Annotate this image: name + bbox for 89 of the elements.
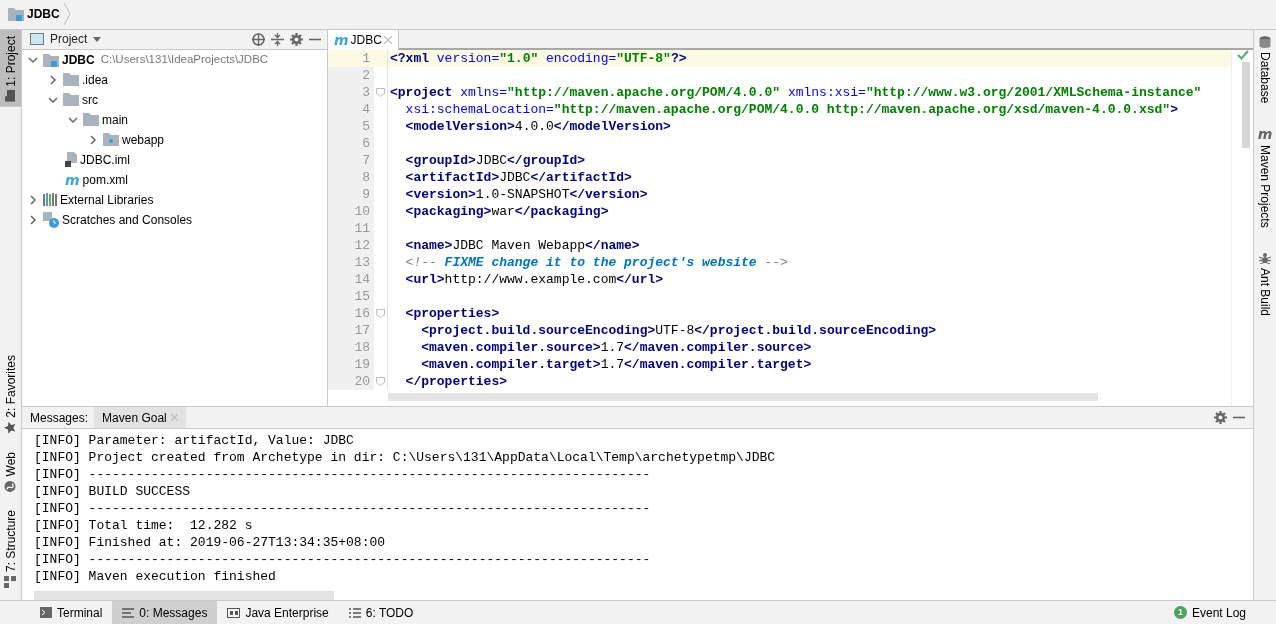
code-line: <maven.compiler.target>1.7</maven.compiler.target> xyxy=(420,356,812,372)
maven-icon: m xyxy=(1257,127,1273,142)
panel-icon xyxy=(30,33,44,46)
code-line: <properties> xyxy=(404,305,500,321)
library-icon xyxy=(43,193,57,207)
code-line: <maven.compiler.source>1.7</maven.compiler.source> xyxy=(420,339,812,355)
tool-window-tab[interactable]: Ant Build xyxy=(1254,245,1276,322)
tree-item[interactable]: webapp xyxy=(122,130,165,149)
console-line: [INFO] ------------------------------------------------------------------------ xyxy=(33,466,652,483)
code-line: <?xml version="1.0" encoding="UTF-8"?> xyxy=(390,50,687,66)
tree-item[interactable]: pom.xml xyxy=(82,170,128,189)
caret-icon xyxy=(93,36,102,42)
tree-item[interactable]: main xyxy=(102,110,128,129)
web-folder-icon xyxy=(103,133,119,147)
code-line: <name>JDBC Maven Webapp</name> xyxy=(404,237,640,253)
module-folder-icon xyxy=(43,52,59,67)
tool-window-tab[interactable]: 6: TODO xyxy=(338,601,424,624)
console-line: [INFO] Total time: 12.282 s xyxy=(33,517,254,534)
console-line: [INFO] BUILD SUCCESS xyxy=(33,483,192,500)
tool-window-tab[interactable]: Terminal xyxy=(30,601,113,624)
tree-item-path: C:\Users\131\IdeaProjects\JDBC xyxy=(100,52,269,68)
code-line: <artifactId>JDBC</artifactId> xyxy=(404,169,632,185)
folder-icon xyxy=(63,73,79,87)
tool-window-tab[interactable]: 2: Favorites xyxy=(0,348,21,440)
console-line: [INFO] Finished at: 2019-06-27T13:34:35+08:00 xyxy=(33,534,387,551)
tree-item[interactable]: JDBC.iml xyxy=(80,150,130,169)
code-line: <groupId>JDBC</groupId> xyxy=(404,152,586,168)
event-log-button[interactable]: 1 Event Log xyxy=(1163,601,1276,624)
horizontal-scrollbar[interactable] xyxy=(34,591,334,600)
file-icon xyxy=(65,152,77,168)
tree-item[interactable]: .idea xyxy=(82,70,109,89)
vertical-scrollbar[interactable] xyxy=(1241,61,1250,148)
list-icon xyxy=(348,607,361,618)
code-line: <project.build.sourceEncoding>UTF-8</project.build.sourceEncoding> xyxy=(420,322,937,338)
maven-icon: m xyxy=(334,32,349,47)
code-line: <url>http://www.example.com</url> xyxy=(404,271,664,287)
module-folder-icon xyxy=(8,7,24,22)
check-icon xyxy=(1236,49,1249,60)
tool-window-tab[interactable]: 0: Messages xyxy=(112,601,218,624)
code-line: <modelVersion>4.0.0</modelVersion> xyxy=(404,118,671,134)
tree-item[interactable]: Scratches and Consoles xyxy=(62,210,193,229)
console-line: [INFO] ------------------------------------------------------------------------ xyxy=(33,500,652,517)
code-line: <project xmlns="http://maven.apache.org/POM/4.0.0" xmlns:xsi="http://www.w3.org/2001/XMLSchema-instance" xyxy=(390,84,1202,100)
code-line: <packaging>war</packaging> xyxy=(404,203,609,219)
console-line: [INFO] Maven execution finished xyxy=(33,568,277,585)
console-line: [INFO] Parameter: artifactId, Value: JDBC xyxy=(33,432,355,449)
terminal-icon xyxy=(40,607,52,618)
folder-icon xyxy=(5,89,16,102)
scratches-icon xyxy=(43,211,59,228)
folder-icon xyxy=(63,93,79,107)
breadcrumb-separator-icon xyxy=(62,3,71,26)
settings-icon[interactable] xyxy=(1214,411,1227,424)
settings-icon[interactable] xyxy=(290,32,303,46)
code-line: <!-- FIXME change it to the project's website --> xyxy=(404,254,788,270)
tree-item[interactable]: JDBC xyxy=(62,50,95,69)
collapse-all-icon[interactable] xyxy=(271,32,284,46)
ant-icon xyxy=(1259,251,1271,264)
code-line: </properties> xyxy=(404,373,508,389)
locate-icon[interactable] xyxy=(252,32,265,46)
tool-window-tab[interactable]: Web xyxy=(0,445,21,498)
panel-label: Messages: xyxy=(30,409,89,427)
fold-marker-icon[interactable] xyxy=(376,308,385,318)
breadcrumb-item[interactable]: JDBC xyxy=(27,5,60,24)
editor-tab[interactable]: m JDBC xyxy=(328,29,399,50)
maven-icon: m xyxy=(65,172,80,187)
database-icon xyxy=(1259,35,1271,48)
code-line: <version>1.0-SNAPSHOT</version> xyxy=(404,186,648,202)
tool-window-tab[interactable]: Database xyxy=(1254,29,1276,110)
console-line: [INFO] Project created from Archetype in dir: C:\Users\131\AppData\Local\Temp\archetypetmp\JDBC xyxy=(33,449,777,466)
view-dropdown[interactable]: Project xyxy=(50,30,102,49)
list-icon xyxy=(122,607,135,618)
structure-icon xyxy=(4,576,17,588)
fold-marker-icon[interactable] xyxy=(376,87,385,97)
tool-window-tab[interactable]: Java Enterprise xyxy=(217,601,339,624)
tree-item[interactable]: External Libraries xyxy=(60,190,154,209)
tree-item[interactable]: src xyxy=(82,90,98,109)
folder-icon xyxy=(83,113,99,127)
fold-marker-icon[interactable] xyxy=(376,376,385,386)
code-line: xsi:schemaLocation="http://maven.apache.org/POM/4.0.0 http://maven.apache.org/xsd/maven-4.0.0.xsd"> xyxy=(404,101,1178,117)
tool-window-tab[interactable]: 1: Project xyxy=(0,29,21,107)
notification-count: 1 xyxy=(1173,606,1187,619)
console-line: [INFO] ------------------------------------------------------------------------ xyxy=(33,551,652,568)
star-icon xyxy=(4,421,17,434)
grid-icon xyxy=(227,607,241,618)
horizontal-scrollbar[interactable] xyxy=(388,392,1098,401)
globe-icon xyxy=(4,479,17,492)
tool-window-tab[interactable]: 7: Structure xyxy=(0,503,21,594)
tool-window-tab[interactable]: m Maven Projects xyxy=(1254,121,1276,234)
panel-tab[interactable]: Maven Goal xyxy=(94,407,186,428)
